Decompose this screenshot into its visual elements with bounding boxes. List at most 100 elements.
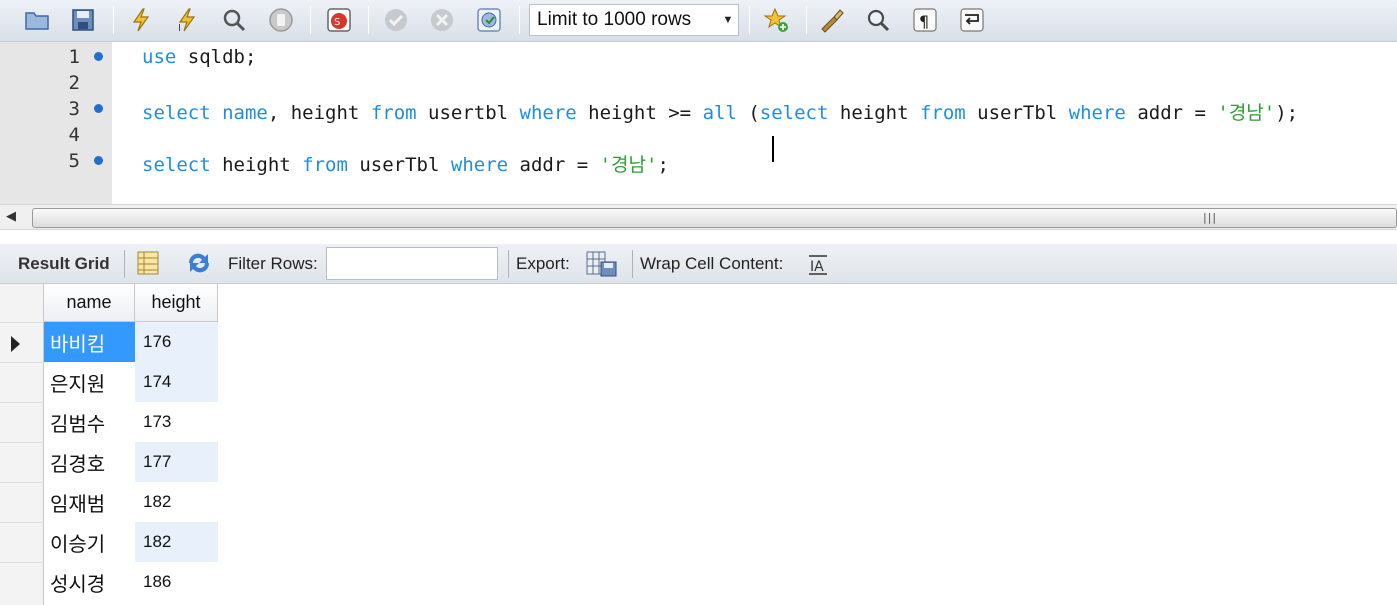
cell-height[interactable]: 174	[135, 362, 218, 402]
toolbar-separator	[519, 6, 520, 34]
scroll-left-icon[interactable]: ◀	[6, 209, 16, 224]
editor-horizontal-scrollbar[interactable]: ◀ |||	[0, 204, 1397, 230]
table-row[interactable]: 은지원 174	[44, 362, 218, 402]
cell-height[interactable]: 182	[135, 482, 218, 522]
line-number: 3	[68, 98, 80, 120]
toolbar-separator	[310, 6, 311, 34]
row-divider	[0, 522, 44, 523]
cell-name[interactable]: 이승기	[44, 522, 135, 562]
code-text: addr =	[1125, 102, 1218, 124]
cell-name[interactable]: 임재범	[44, 482, 135, 522]
string-literal: '경남'	[599, 154, 658, 176]
table-row[interactable]: 성시경 186	[44, 562, 218, 602]
export-icon[interactable]	[586, 250, 618, 283]
execute-current-icon[interactable]: I	[172, 5, 202, 35]
code-text: ;	[657, 154, 669, 176]
code-text: userTbl	[347, 154, 451, 176]
cell-height[interactable]: 177	[135, 442, 218, 482]
table-row[interactable]: 바비킴 176	[44, 322, 218, 362]
export-label: Export:	[516, 254, 570, 273]
line-gutter: 1 2 3 4 5	[0, 42, 112, 204]
sql-editor[interactable]: 1 2 3 4 5 use sqldb; select name, height…	[0, 42, 1397, 204]
explain-icon[interactable]	[219, 5, 249, 35]
cell-height[interactable]: 173	[135, 402, 218, 442]
rollback-icon[interactable]	[427, 5, 457, 35]
keyword: all	[702, 102, 737, 124]
chevron-down-icon[interactable]: ▼	[718, 5, 738, 35]
keyword: where	[450, 154, 509, 176]
invisible-chars-icon[interactable]: ¶	[910, 5, 940, 35]
table-row[interactable]: 임재범 182	[44, 482, 218, 522]
cell-name[interactable]: 성시경	[44, 562, 135, 602]
statement-marker-icon	[94, 52, 103, 61]
save-icon[interactable]	[68, 5, 98, 35]
column-header-name[interactable]: name	[44, 284, 135, 322]
row-divider	[0, 442, 44, 443]
cell-height[interactable]: 186	[135, 562, 218, 602]
grip-icon: |||	[1203, 211, 1218, 224]
beautify-icon[interactable]	[817, 5, 847, 35]
line-number: 1	[68, 46, 80, 68]
text-caret	[772, 136, 774, 162]
svg-text:I: I	[178, 23, 181, 33]
current-row-arrow-icon	[11, 336, 20, 352]
keyword: select	[142, 154, 211, 176]
autocommit-icon[interactable]	[474, 5, 504, 35]
row-divider	[0, 562, 44, 563]
cell-name[interactable]: 김범수	[44, 402, 135, 442]
filter-rows-label: Filter Rows:	[228, 254, 318, 273]
main-toolbar: I S Limit to 1000 rows ▼ ¶	[0, 0, 1397, 42]
code-text: usertbl	[416, 102, 520, 124]
code-text: );	[1275, 102, 1299, 124]
svg-text:¶: ¶	[919, 12, 929, 31]
code-line-3[interactable]: select name, height from usertbl where h…	[142, 98, 1298, 125]
code-line-5[interactable]: select height from userTbl where addr = …	[142, 150, 669, 177]
keyword: from	[919, 102, 966, 124]
commit-icon[interactable]	[381, 5, 411, 35]
toolbar-separator	[749, 6, 750, 34]
keyword: from	[302, 154, 348, 176]
code-text: sqldb;	[176, 46, 257, 68]
limit-rows-select[interactable]: Limit to 1000 rows ▼	[529, 4, 739, 36]
cell-height[interactable]: 182	[135, 522, 218, 562]
filter-rows-input[interactable]	[326, 247, 498, 280]
table-row[interactable]: 김범수 173	[44, 402, 218, 442]
toolbar-separator	[113, 6, 114, 34]
cell-name[interactable]: 은지원	[44, 362, 135, 402]
find-icon[interactable]	[863, 5, 893, 35]
stop-on-error-icon[interactable]: S	[324, 5, 354, 35]
code-line-1[interactable]: use sqldb;	[142, 46, 256, 68]
row-header-column	[0, 284, 44, 605]
statement-marker-icon	[94, 104, 103, 113]
table-row[interactable]: 이승기 182	[44, 522, 218, 562]
open-folder-icon[interactable]	[22, 5, 52, 35]
add-snippet-icon[interactable]	[761, 5, 791, 35]
string-literal: '경남'	[1217, 102, 1276, 124]
result-grid-tab[interactable]: Result Grid	[18, 254, 110, 274]
code-text: (	[736, 102, 760, 124]
stop-icon[interactable]	[266, 5, 296, 35]
form-editor-icon[interactable]	[136, 250, 160, 281]
cell-name[interactable]: 바비킴	[44, 322, 135, 362]
wrap-lines-icon[interactable]	[957, 5, 987, 35]
cell-name[interactable]: 김경호	[44, 442, 135, 482]
wrap-cell-content-label: Wrap Cell Content:	[640, 254, 784, 273]
svg-text:IA: IA	[810, 259, 824, 275]
keyword: where	[519, 102, 577, 124]
refresh-icon[interactable]	[184, 250, 214, 281]
row-divider	[0, 482, 44, 483]
row-divider	[0, 362, 44, 363]
toolbar-separator	[368, 6, 369, 34]
wrap-cell-icon[interactable]: IA	[806, 253, 830, 282]
line-number: 5	[68, 150, 80, 172]
code-text: userTbl	[965, 102, 1069, 124]
scrollbar-thumb[interactable]: |||	[32, 208, 1397, 228]
execute-icon[interactable]	[126, 5, 156, 35]
code-text: addr =	[508, 154, 600, 176]
keyword: select	[142, 102, 211, 124]
limit-rows-value: Limit to 1000 rows	[537, 9, 692, 30]
cell-height[interactable]: 176	[135, 322, 218, 362]
table-row[interactable]: 김경호 177	[44, 442, 218, 482]
column-header-height[interactable]: height	[135, 284, 218, 322]
